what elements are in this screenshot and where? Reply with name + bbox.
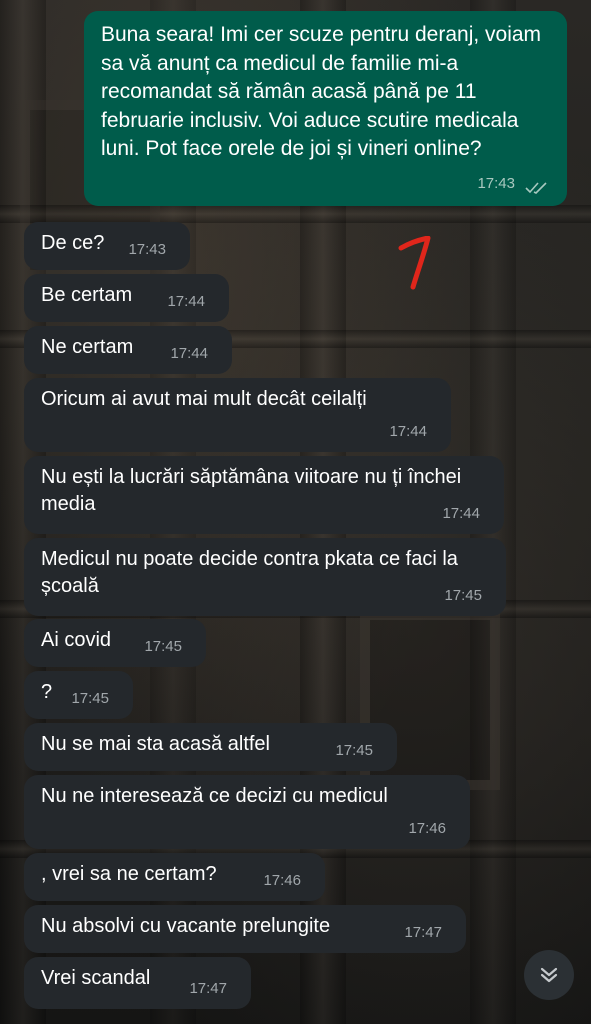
message-time: 17:45 xyxy=(144,638,182,655)
message-time: 17:47 xyxy=(404,924,442,941)
incoming-message[interactable]: , vrei sa ne certam? 17:46 xyxy=(24,853,325,901)
message-time: 17:43 xyxy=(128,241,166,258)
scroll-to-bottom-button[interactable] xyxy=(524,950,574,1000)
message-text: Nu ne interesează ce decizi cu medicul xyxy=(41,785,388,807)
message-time: 17:45 xyxy=(335,742,373,759)
incoming-message[interactable]: Vrei scandal 17:47 xyxy=(24,957,251,1009)
message-time: 17:47 xyxy=(189,980,227,997)
message-time: 17:45 xyxy=(71,690,109,707)
incoming-message[interactable]: Nu se mai sta acasă altfel 17:45 xyxy=(24,723,397,771)
incoming-message[interactable]: Nu ești la lucrări săptămâna viitoare nu… xyxy=(24,456,504,534)
incoming-message[interactable]: De ce? 17:43 xyxy=(24,222,190,270)
message-time: 17:45 xyxy=(444,587,482,604)
message-time: 17:46 xyxy=(263,872,301,889)
incoming-message[interactable]: ? 17:45 xyxy=(24,671,133,719)
red-mark-annotation xyxy=(398,236,431,290)
double-check-icon xyxy=(525,182,547,194)
message-time: 17:43 xyxy=(477,174,515,192)
incoming-message[interactable]: Nu ne interesează ce decizi cu medicul 1… xyxy=(24,775,470,849)
chevron-double-down-icon xyxy=(540,967,558,983)
message-time: 17:44 xyxy=(170,345,208,362)
outgoing-message[interactable]: Buna seara! Imi cer scuze pentru deranj,… xyxy=(84,11,567,206)
message-text: Buna seara! Imi cer scuze pentru deranj,… xyxy=(101,23,547,160)
message-time: 17:44 xyxy=(167,293,205,310)
incoming-message[interactable]: Ai covid 17:45 xyxy=(24,619,206,667)
message-time: 17:44 xyxy=(389,423,427,440)
incoming-message[interactable]: Ne certam 17:44 xyxy=(24,326,232,374)
message-time: 17:46 xyxy=(408,820,446,837)
message-text: Nu se mai sta acasă altfel xyxy=(41,733,270,755)
message-text: Nu absolvi cu vacante prelungite xyxy=(41,915,331,937)
message-time: 17:44 xyxy=(442,505,480,522)
message-text: Medicul nu poate decide contra pkata ce … xyxy=(41,548,464,597)
incoming-message[interactable]: Be certam 17:44 xyxy=(24,274,229,322)
incoming-message[interactable]: Medicul nu poate decide contra pkata ce … xyxy=(24,538,506,616)
incoming-message[interactable]: Oricum ai avut mai mult decât ceilalți 1… xyxy=(24,378,451,452)
message-text: Oricum ai avut mai mult decât ceilalți xyxy=(41,388,367,410)
incoming-message[interactable]: Nu absolvi cu vacante prelungite 17:47 xyxy=(24,905,466,953)
message-text: Nu ești la lucrări săptămâna viitoare nu… xyxy=(41,466,467,515)
